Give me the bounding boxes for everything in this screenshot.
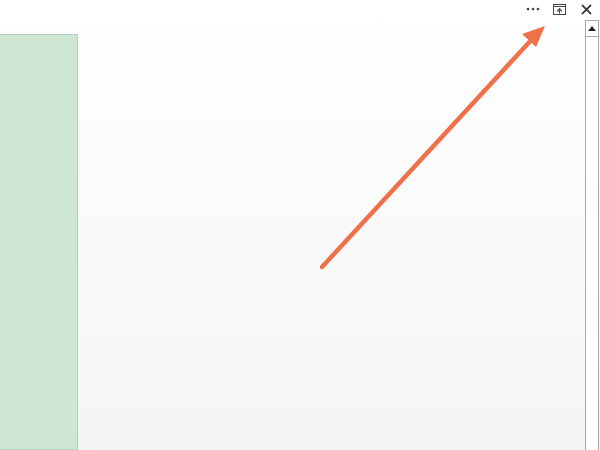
app-window [0, 0, 600, 450]
window-controls [515, 0, 600, 18]
scroll-track[interactable] [586, 37, 598, 450]
triangle-up-icon [588, 26, 596, 31]
close-button[interactable] [578, 0, 594, 18]
ribbon-display-options-button[interactable] [551, 0, 567, 18]
close-icon [580, 3, 592, 15]
more-options-button[interactable] [524, 0, 542, 18]
side-panel [0, 34, 78, 450]
annotation-arrow [319, 26, 545, 270]
more-dots-icon [526, 7, 540, 11]
scroll-up-button[interactable] [586, 21, 598, 37]
vertical-scrollbar[interactable] [585, 20, 599, 450]
ribbon-display-options-icon [552, 3, 566, 15]
